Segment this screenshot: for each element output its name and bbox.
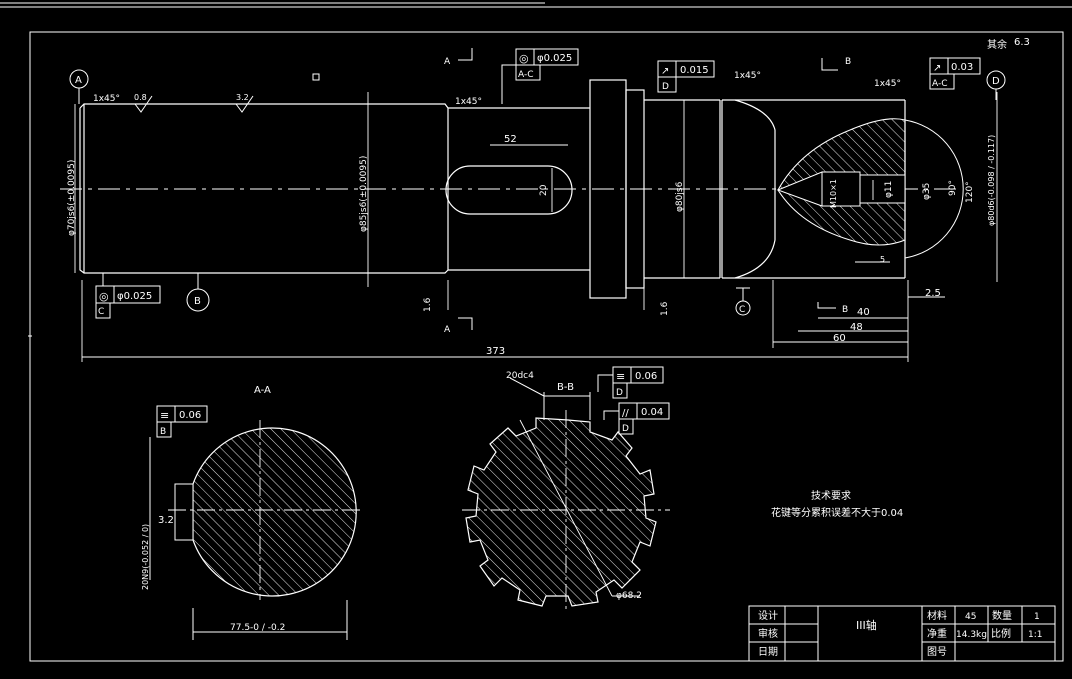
tb-date: 日期 xyxy=(758,646,778,658)
section-a-bottom: A xyxy=(444,325,451,335)
tech-req-title: 技术要求 xyxy=(811,489,851,502)
section-b-bottom: B xyxy=(842,305,848,315)
tech-req-text: 花键等分累积误差不大于0.04 xyxy=(771,506,903,519)
frame4-symbol: ◎ xyxy=(99,290,109,303)
section-aa-dim-bottom: 77.5-0 / -0.2 xyxy=(230,623,285,633)
frame4-value: φ0.025 xyxy=(117,291,152,302)
frame2-datum: D xyxy=(662,82,669,92)
dim-60: 60 xyxy=(833,333,846,344)
section-bb-frame2-datum: D xyxy=(622,424,629,434)
datum-c-label: C xyxy=(739,305,745,315)
tb-review: 审核 xyxy=(758,627,778,640)
dim-5: 5 xyxy=(880,255,885,264)
frame1-value: φ0.025 xyxy=(537,53,572,64)
dim-keyway-len: 52 xyxy=(504,134,517,145)
frame3-value: 0.03 xyxy=(951,62,973,73)
section-bb-frame1-value: 0.06 xyxy=(635,371,657,382)
chamfer-3: 1x45° xyxy=(734,71,761,81)
section-bb-spline: 20dc4 xyxy=(506,371,534,381)
roughness-2: 3.2 xyxy=(236,93,249,102)
tb-material-label: 材料 xyxy=(927,609,947,622)
dim-48: 48 xyxy=(850,322,863,333)
dim-overall: 373 xyxy=(486,346,505,357)
dim-keyway-w: 20 xyxy=(539,184,549,196)
section-aa-title: A-A xyxy=(254,385,271,396)
section-b-top: B xyxy=(845,57,851,67)
frame2-value: 0.015 xyxy=(680,65,709,76)
section-aa-key-width: 20N9(-0.052 / 0) xyxy=(141,524,150,590)
tb-weight-label: 净重 xyxy=(927,627,947,640)
datum-b-label: B xyxy=(194,296,201,307)
section-bb-frame1-symbol: ≡ xyxy=(616,370,625,383)
dim-2-5: 2.5 xyxy=(925,288,941,299)
section-aa-frame-symbol: ≡ xyxy=(160,409,169,422)
dim-40: 40 xyxy=(857,307,870,318)
surface-note: 其余 xyxy=(987,38,1007,51)
datum-d-label: D xyxy=(992,76,1000,87)
tb-scale: 1:1 xyxy=(1028,630,1042,640)
chamfer-2: 1x45° xyxy=(455,97,482,107)
fit-d70: φ70js6(±0.0095) xyxy=(67,160,77,236)
section-aa: A-A ≡ 0.06 B 3.2 20N9(-0.052 / 0) 77.5-0… xyxy=(141,385,360,640)
dim-angle: 120° xyxy=(965,181,975,203)
tb-qty-label: 数量 xyxy=(992,609,1012,622)
surface-value: 6.3 xyxy=(1014,37,1030,48)
section-bb-title: B-B xyxy=(557,382,574,393)
tb-qty: 1 xyxy=(1034,612,1040,622)
frame1-symbol: ◎ xyxy=(519,52,529,65)
frame3-symbol: ↗ xyxy=(933,63,941,74)
roughness-1-6a: 1.6 xyxy=(423,297,433,312)
tb-scale-label: 比例 xyxy=(991,627,1011,640)
section-aa-key-depth: 3.2 xyxy=(158,515,174,526)
datum-a-label: A xyxy=(75,75,82,86)
section-bb: B-B 20dc4 ≡ 0.06 D // 0.04 D φ68.2 xyxy=(462,366,670,612)
fit-d85: φ85js6(±0.0095) xyxy=(359,156,369,232)
ucs-marker xyxy=(312,73,320,81)
chamfer-1: 1x45° xyxy=(93,94,120,104)
end-section xyxy=(776,118,964,259)
tb-weight: 14.3kg xyxy=(956,630,987,640)
frame3-datum: A-C xyxy=(932,79,948,89)
tb-drawing-no-label: 图号 xyxy=(927,646,947,658)
keyway-slot xyxy=(445,165,573,215)
section-bb-frame2-symbol: // xyxy=(622,408,629,419)
main-view-labels: 其余 6.3 A B C D A A B B 1x45° 1x45° 1x45°… xyxy=(67,37,1030,357)
section-aa-frame-datum: B xyxy=(160,427,166,437)
section-bb-frame1-datum: D xyxy=(616,388,623,398)
title-block-text: 设计 审核 日期 III轴 材料 45 数量 1 净重 14.3kg 比例 1:… xyxy=(758,609,1042,658)
frame1-datum: A-C xyxy=(518,70,534,80)
tb-design: 设计 xyxy=(758,609,778,622)
frame2-symbol: ↗ xyxy=(661,66,669,77)
frame4-datum: C xyxy=(98,307,104,317)
tb-part-name: III轴 xyxy=(856,618,877,632)
cad-drawing-canvas[interactable]: 其余 6.3 A B C D A A B B 1x45° 1x45° 1x45°… xyxy=(0,0,1072,679)
section-bb-dia: φ68.2 xyxy=(616,591,642,601)
roughness-1: 0.8 xyxy=(134,93,147,102)
tb-material: 45 xyxy=(965,612,976,622)
fit-d35: φ35 xyxy=(922,183,932,200)
dim-angle2: 90° xyxy=(948,180,958,196)
fit-d80-tol: φ80d6(-0.098 / -0.117) xyxy=(987,135,996,226)
section-a-top: A xyxy=(444,57,451,67)
section-aa-frame-value: 0.06 xyxy=(179,410,201,421)
chamfer-4: 1x45° xyxy=(874,79,901,89)
fit-d80: φ80js6 xyxy=(675,181,685,212)
fit-thread: M10×1 xyxy=(829,179,838,208)
roughness-1-6b: 1.6 xyxy=(660,301,670,316)
section-bb-frame2-value: 0.04 xyxy=(641,407,663,418)
fit-d11: φ11 xyxy=(884,181,894,198)
